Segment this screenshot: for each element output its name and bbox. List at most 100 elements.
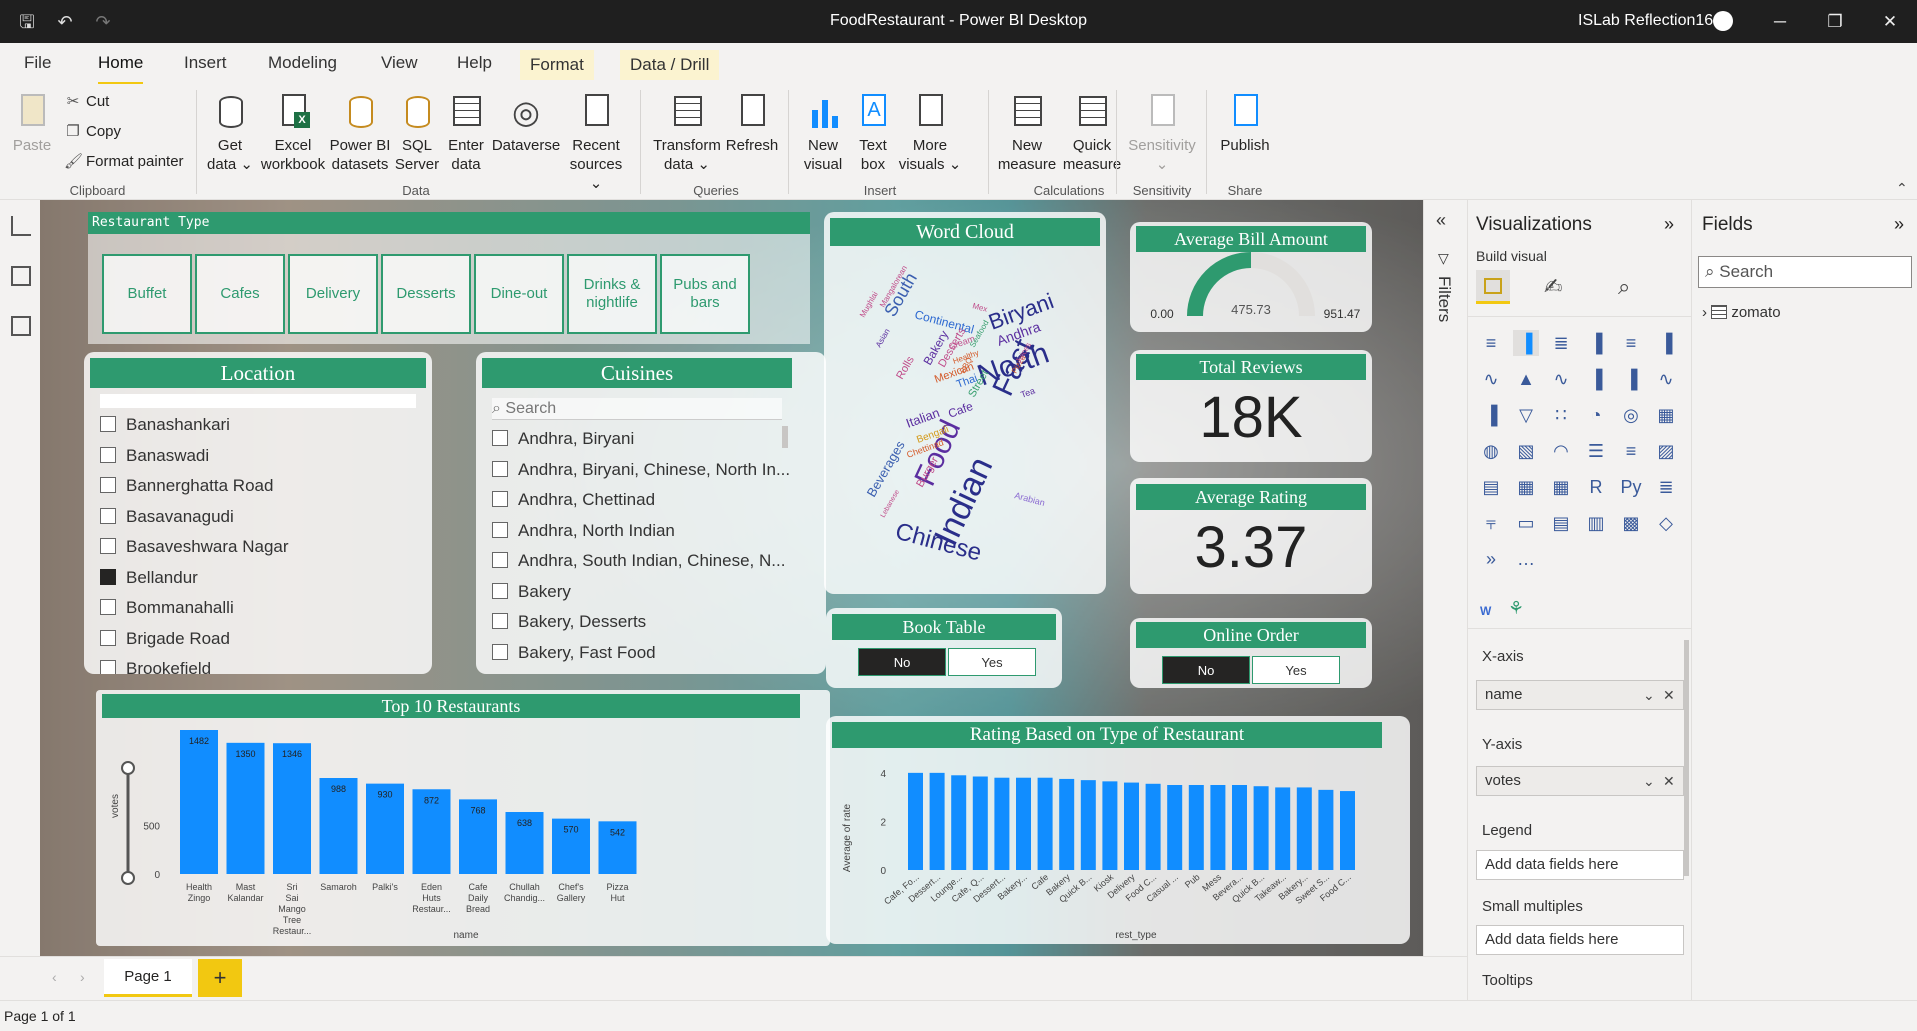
location-item[interactable]: Bommanahalli xyxy=(100,597,234,619)
tab-modeling[interactable]: Modeling xyxy=(268,53,337,83)
online-order-yes[interactable]: Yes xyxy=(1252,656,1340,684)
visual-type-icon[interactable]: ▐ xyxy=(1478,402,1504,428)
bar[interactable] xyxy=(972,776,988,871)
visual-type-icon[interactable]: ▦ xyxy=(1548,474,1574,500)
scrollbar[interactable] xyxy=(1684,640,1689,876)
restaurant-type-buffet[interactable]: Buffet xyxy=(102,254,192,334)
bar[interactable] xyxy=(994,777,1010,870)
paste-button[interactable]: Paste xyxy=(8,92,56,155)
chevron-down-icon[interactable]: ⌄ xyxy=(1643,681,1655,709)
chevron-down-icon[interactable]: ⌄ xyxy=(1643,767,1655,795)
recent-sources-button[interactable]: Recent sources ⌄ xyxy=(564,92,628,193)
location-item[interactable]: Bellandur xyxy=(100,567,198,589)
visual-type-icon[interactable]: ≣ xyxy=(1653,474,1679,500)
cuisine-item[interactable]: Bakery, Desserts xyxy=(492,611,646,633)
cuisine-item[interactable]: Andhra, South Indian, Chinese, N... xyxy=(492,550,785,572)
visual-type-icon[interactable]: Py xyxy=(1618,474,1644,500)
visual-type-icon[interactable]: ▦ xyxy=(1513,474,1539,500)
word-cloud-custom-icon[interactable]: W xyxy=(1480,604,1491,618)
model-view-icon[interactable] xyxy=(11,316,31,336)
cuisine-item[interactable]: Andhra, Biryani xyxy=(492,428,634,450)
checkbox[interactable] xyxy=(100,538,116,554)
dataverse-button[interactable]: ◎ Dataverse xyxy=(490,92,562,155)
legend-well[interactable]: Add data fields here xyxy=(1476,850,1684,880)
visual-type-icon[interactable]: ▦ xyxy=(1653,402,1679,428)
bar[interactable] xyxy=(1340,791,1355,870)
location-item[interactable]: Banaswadi xyxy=(100,445,209,467)
checkbox[interactable] xyxy=(492,460,508,477)
data-view-icon[interactable] xyxy=(11,266,31,286)
online-order-no[interactable]: No xyxy=(1162,656,1250,684)
visual-type-icon[interactable]: ◍ xyxy=(1478,438,1504,464)
visual-type-icon[interactable]: ▽ xyxy=(1513,402,1539,428)
checkbox[interactable] xyxy=(100,507,116,524)
tab-file[interactable]: File xyxy=(24,53,51,83)
visual-type-icon[interactable]: ▥ xyxy=(1583,510,1609,536)
bar[interactable] xyxy=(1124,782,1139,870)
bar[interactable] xyxy=(1080,780,1096,870)
checkbox[interactable] xyxy=(492,613,508,629)
page-tab-1[interactable]: Page 1 xyxy=(104,959,192,997)
visual-type-icon[interactable]: ▐ xyxy=(1583,330,1609,356)
visual-type-icon[interactable]: ◎ xyxy=(1618,402,1644,428)
analytics-icon[interactable]: ⌕ xyxy=(1618,274,1630,300)
collapse-ribbon-icon[interactable]: ⌃ xyxy=(1896,180,1908,197)
transform-data-button[interactable]: Transform data ⌄ xyxy=(652,92,722,174)
visual-type-icon[interactable]: ⫧ xyxy=(1478,510,1504,536)
next-page-icon[interactable]: › xyxy=(80,969,85,985)
expand-filters-icon[interactable]: « xyxy=(1436,210,1446,231)
location-item[interactable]: Basavanagudi xyxy=(100,506,234,528)
slider-handle[interactable] xyxy=(121,761,135,775)
checkbox[interactable] xyxy=(492,521,508,538)
visual-type-icon[interactable]: ▲ xyxy=(1513,366,1539,392)
bar[interactable] xyxy=(1318,789,1334,870)
bar[interactable] xyxy=(908,772,923,870)
save-icon[interactable]: 🖫 xyxy=(16,11,38,33)
build-visual-tab[interactable] xyxy=(1476,270,1510,304)
fields-search-input[interactable]: ⌕ Search xyxy=(1698,256,1912,288)
location-item[interactable]: Brookefield xyxy=(100,658,211,674)
tab-help[interactable]: Help xyxy=(457,53,492,83)
checkbox[interactable] xyxy=(100,599,116,615)
cuisine-item[interactable]: Bakery, Fast Food xyxy=(492,642,656,664)
restaurant-type-dine-out[interactable]: Dine-out xyxy=(474,254,564,334)
small-multiples-well[interactable]: Add data fields here xyxy=(1476,925,1684,955)
visual-type-icon[interactable]: » xyxy=(1478,546,1504,572)
report-view-icon[interactable] xyxy=(11,216,31,236)
bar[interactable] xyxy=(1102,781,1118,870)
sql-server-button[interactable]: SQL Server xyxy=(392,92,442,174)
bar[interactable] xyxy=(1145,783,1161,870)
restaurant-type-drinks[interactable]: Drinks & nightlife xyxy=(567,254,657,334)
tab-data-drill[interactable]: Data / Drill xyxy=(620,50,720,80)
visual-type-icon[interactable]: ◔ xyxy=(1583,402,1609,428)
location-item[interactable]: Bannerghatta Road xyxy=(100,475,273,497)
user-name[interactable]: ISLab Reflection16 xyxy=(1578,12,1713,30)
location-item[interactable]: Banashankari xyxy=(100,414,230,436)
visual-type-icon[interactable]: ▐ xyxy=(1513,330,1539,356)
bar[interactable] xyxy=(1232,785,1247,870)
restaurant-type-delivery[interactable]: Delivery xyxy=(288,254,378,334)
copy-button[interactable]: ❐ Copy xyxy=(64,120,121,144)
y-axis-well[interactable]: votes ⌄ ✕ xyxy=(1476,766,1684,796)
close-icon[interactable]: ✕ xyxy=(1870,8,1910,36)
cuisines-search[interactable]: ⌕ Search xyxy=(492,398,782,420)
bar[interactable] xyxy=(951,775,967,870)
location-item[interactable]: Basaveshwara Nagar xyxy=(100,536,289,558)
bar[interactable] xyxy=(1016,777,1031,870)
excel-workbook-button[interactable]: X Excel workbook xyxy=(258,92,328,174)
checkbox[interactable] xyxy=(492,582,508,599)
bar[interactable] xyxy=(273,743,311,874)
visual-type-icon[interactable]: ∿ xyxy=(1478,366,1504,392)
book-table-no[interactable]: No xyxy=(858,648,946,676)
tab-insert[interactable]: Insert xyxy=(184,53,227,83)
bar[interactable] xyxy=(226,742,265,874)
undo-icon[interactable]: ↶ xyxy=(54,11,76,33)
visual-type-icon[interactable]: ∷ xyxy=(1548,402,1574,428)
visual-type-icon[interactable]: ▭ xyxy=(1513,510,1539,536)
more-visuals-button[interactable]: More visuals ⌄ xyxy=(898,92,962,174)
add-page-button[interactable]: + xyxy=(198,959,242,997)
visual-type-icon[interactable]: ≡ xyxy=(1618,438,1644,464)
bar[interactable] xyxy=(1188,785,1204,870)
visual-type-icon[interactable]: ▨ xyxy=(1653,438,1679,464)
restaurant-type-pubs[interactable]: Pubs and bars xyxy=(660,254,750,334)
